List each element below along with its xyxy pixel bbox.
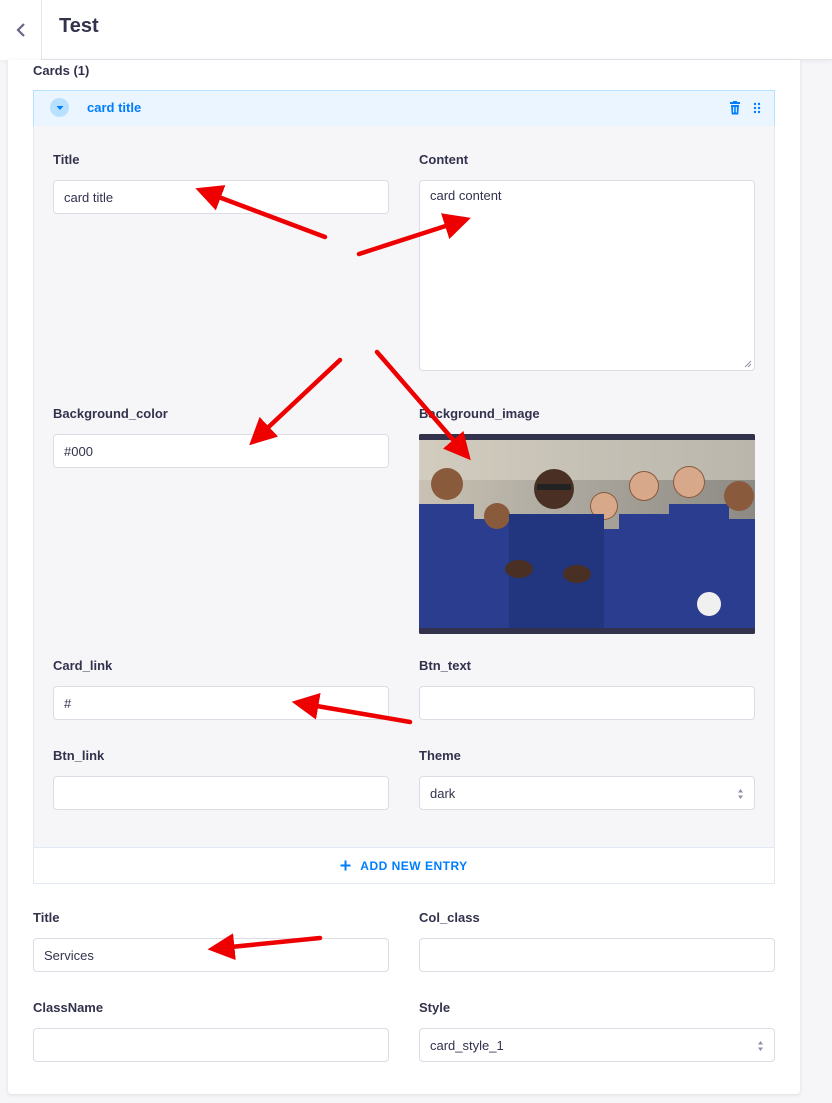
select-arrows-icon (758, 1041, 763, 1051)
collapse-toggle[interactable] (50, 98, 69, 117)
top-header: Test (0, 0, 832, 60)
section-title-label: Title (33, 910, 60, 925)
card-title-label: Title (53, 152, 80, 167)
drag-handle-icon[interactable] (753, 102, 761, 114)
select-arrows-icon (738, 789, 743, 799)
btn-text-label: Btn_text (419, 658, 472, 673)
style-label: Style (419, 1000, 451, 1015)
trash-icon[interactable] (729, 101, 741, 115)
page-title: Test (59, 15, 99, 37)
card-content-textarea[interactable]: card content (419, 180, 755, 371)
resize-grip-icon[interactable] (744, 360, 752, 368)
card-link-input[interactable]: # (53, 686, 389, 720)
back-button[interactable] (0, 0, 42, 60)
workers-photo (419, 434, 755, 634)
btn-link-input[interactable] (53, 776, 389, 810)
theme-value: dark (430, 785, 456, 801)
classname-label: ClassName (33, 1000, 104, 1015)
style-value: card_style_1 (430, 1037, 504, 1053)
card-content-label: Content (419, 152, 469, 167)
cards-label: Cards (1) (33, 63, 90, 78)
card-content-value: card content (430, 188, 502, 203)
section-title-input[interactable]: Services (33, 938, 389, 972)
col-class-input[interactable] (419, 938, 775, 972)
card-entry-header[interactable]: card title (33, 90, 775, 127)
card-entry-title: card title (87, 100, 142, 115)
theme-label: Theme (419, 748, 461, 763)
theme-select[interactable]: dark (419, 776, 755, 810)
classname-input[interactable] (33, 1028, 389, 1062)
card-link-label: Card_link (53, 658, 113, 673)
background-image-label: Background_image (419, 406, 540, 421)
card-title-input[interactable]: card title (53, 180, 389, 214)
col-class-label: Col_class (419, 910, 480, 925)
plus-icon (340, 860, 351, 871)
edit-panel: Cards (1) card title Title card title Co… (8, 60, 800, 1094)
btn-link-label: Btn_link (53, 748, 105, 763)
add-new-entry-button[interactable]: ADD NEW ENTRY (33, 847, 775, 884)
chevron-left-icon (15, 23, 25, 37)
style-select[interactable]: card_style_1 (419, 1028, 775, 1062)
background-image-preview[interactable] (419, 434, 755, 634)
background-color-input[interactable]: #000 (53, 434, 389, 468)
add-new-entry-label: ADD NEW ENTRY (360, 858, 468, 873)
chevron-down-icon (56, 105, 63, 110)
btn-text-input[interactable] (419, 686, 755, 720)
background-color-label: Background_color (53, 406, 168, 421)
